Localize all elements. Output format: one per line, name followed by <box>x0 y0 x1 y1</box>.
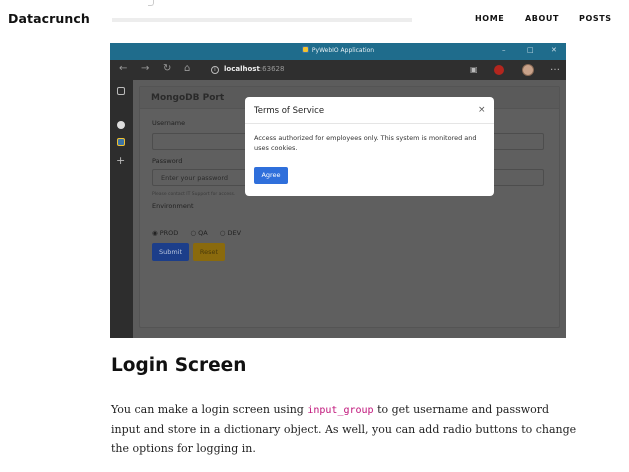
reset-button[interactable]: Reset <box>193 243 225 261</box>
environment-label: Environment <box>152 202 194 210</box>
circle-icon[interactable] <box>117 121 125 129</box>
nav-home-link[interactable]: HOME <box>475 14 504 23</box>
back-icon[interactable]: ← <box>119 64 127 74</box>
section-heading: Login Screen <box>111 355 247 376</box>
modal-body-text: Access authorized for employees only. Th… <box>254 134 477 152</box>
terms-modal: Terms of Service × Access authorized for… <box>245 97 494 196</box>
browser-sidebar: + <box>110 80 566 338</box>
nav-posts-link[interactable]: POSTS <box>579 14 612 23</box>
reload-icon[interactable]: ↻ <box>163 64 171 74</box>
close-icon[interactable]: × <box>478 105 486 115</box>
browser-address-bar: ← → ↻ ⌂ i localhost:63628 ▣ … <box>110 60 566 80</box>
nav-about-link[interactable]: ABOUT <box>525 14 559 23</box>
home-icon[interactable]: ⌂ <box>184 64 190 74</box>
maximize-button[interactable]: □ <box>527 46 534 54</box>
window-title: PyWebIO Application <box>311 47 375 54</box>
password-placeholder: Enter your password <box>161 174 229 182</box>
site-brand[interactable]: Datacrunch <box>8 11 90 26</box>
radio-prod[interactable]: ◉ PROD <box>152 229 183 237</box>
help-text: Please contact IT Support for access. <box>152 192 236 197</box>
python-icon <box>301 46 309 53</box>
app-screenshot: PyWebIO Application – □ ✕ ← → ↻ ⌂ i local… <box>110 43 566 338</box>
radio-dev[interactable]: ○ DEV <box>220 229 246 237</box>
previous-code-block-edge <box>112 0 412 22</box>
extension-icon[interactable]: ▣ <box>470 65 478 74</box>
forward-icon[interactable]: → <box>141 64 149 74</box>
close-window-button[interactable]: ✕ <box>551 46 557 54</box>
minimize-button[interactable]: – <box>502 46 506 54</box>
password-label: Password <box>152 157 183 165</box>
plus-icon[interactable]: + <box>116 155 125 166</box>
modal-title: Terms of Service <box>254 106 325 116</box>
url-field[interactable]: i localhost:63628 <box>211 65 284 74</box>
profile-avatar[interactable] <box>522 64 534 76</box>
inline-code: input_group <box>307 405 374 416</box>
python-tab-icon[interactable] <box>117 138 125 146</box>
menu-dots-icon[interactable]: … <box>550 62 560 73</box>
extension-badge-icon[interactable] <box>494 65 504 75</box>
card-title: MongoDB Port <box>151 93 225 103</box>
app-page: MongoDB Port Username Password Enter you… <box>133 80 566 338</box>
info-icon: i <box>211 66 219 74</box>
window-titlebar: PyWebIO Application – □ ✕ <box>110 43 566 60</box>
tabs-icon[interactable] <box>117 87 125 95</box>
environment-radio-group: ◉ PROD ○ QA ○ DEV <box>152 229 251 237</box>
article-paragraph: You can make a login screen using input_… <box>111 403 577 455</box>
username-label: Username <box>152 119 186 127</box>
agree-button[interactable]: Agree <box>254 167 288 184</box>
radio-qa[interactable]: ○ QA <box>190 229 212 237</box>
submit-button[interactable]: Submit <box>152 243 189 261</box>
